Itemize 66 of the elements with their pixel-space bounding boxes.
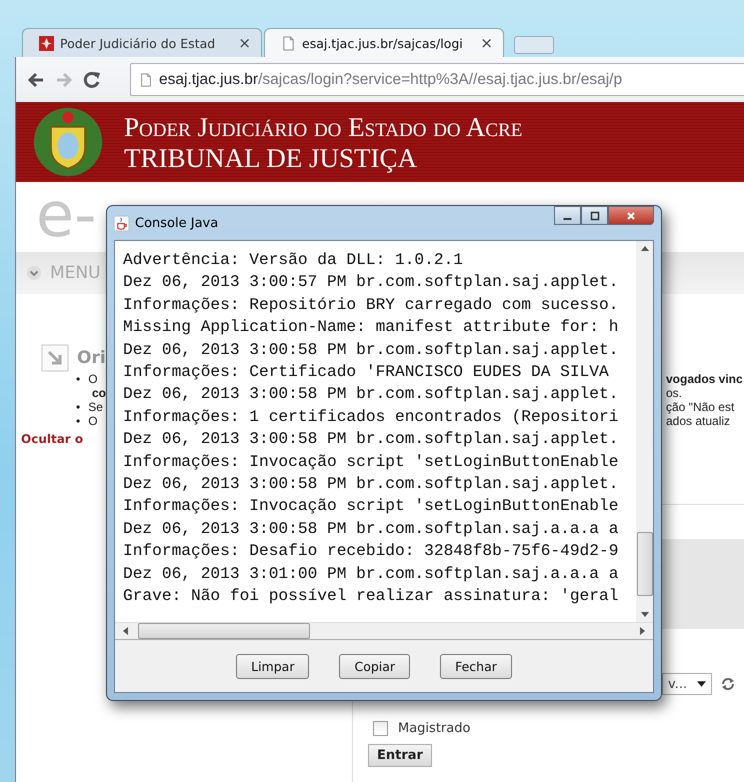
maximize-icon (590, 210, 600, 220)
log-line: Dez 06, 2013 3:00:58 PM br.com.softplan.saj.applet. (123, 429, 620, 450)
close-icon (626, 210, 636, 220)
page-icon (139, 72, 153, 88)
section-heading: Ori (77, 348, 106, 368)
bullet-text: • Se (75, 400, 103, 414)
log-line: Informações: 1 certificados encontrados (Repositori (123, 406, 620, 428)
scroll-thumb[interactable] (636, 532, 652, 596)
banner-title: Poder Judiciário do Estado do Acre (124, 111, 522, 143)
emblem-favicon-icon (39, 36, 54, 50)
bullet-text: ados atualiz (666, 414, 732, 428)
close-button[interactable] (608, 206, 654, 225)
vertical-scrollbar[interactable] (636, 241, 653, 622)
log-line: Informações: Invocação script 'setLoginButtonEnable (123, 452, 620, 473)
checkbox-label: Magistrado (398, 721, 470, 736)
log-line: Dez 06, 2013 3:00:58 PM br.com.softplan.saj.applet. (123, 384, 620, 406)
scroll-left-icon[interactable] (123, 627, 128, 635)
bullet-text: • O (75, 414, 98, 428)
minimize-button[interactable] (554, 206, 581, 225)
log-line: Dez 06, 2013 3:01:00 PM br.com.softplan.saj.a.a.a a (123, 564, 620, 585)
bullet-text: co (91, 386, 106, 400)
browser-tab[interactable]: Poder Judiciário do Estad × (22, 28, 262, 57)
log-line: Advertência: Versão da DLL: 1.0.2.1 (123, 250, 464, 271)
chevron-down-icon[interactable] (26, 265, 42, 281)
page-icon (281, 36, 296, 50)
window-title: Console Java (135, 216, 218, 230)
console-button[interactable]: Copiar (339, 654, 410, 678)
close-tab-button[interactable]: × (238, 34, 251, 52)
url-text: esaj.tjac.jus.br/sajcas/login?service=http%3A//esaj.tjac.jus.br/esaj/p (159, 70, 622, 88)
horizontal-scrollbar[interactable] (115, 622, 653, 639)
log-line: Informações: Desafio recebido: 32848f8b-75f6-49d2-9 (123, 541, 620, 562)
scroll-thumb[interactable] (138, 623, 310, 639)
log-line: Dez 06, 2013 3:00:58 PM br.com.softplan.saj.a.a.a a (123, 518, 620, 540)
scroll-right-icon[interactable] (640, 627, 645, 635)
browser-tab[interactable]: esaj.tjac.jus.br/sajcas/logi × (264, 28, 504, 57)
log-line: Dez 06, 2013 3:00:58 PM br.com.softplan.saj.applet. (123, 340, 620, 361)
log-line: Informações: Certificado 'FRANCISCO EUDES DA SILVA (123, 362, 610, 384)
reload-icon[interactable] (82, 70, 102, 90)
bullet-text: • O (75, 372, 98, 386)
bullet-text: vogados vinc (666, 372, 744, 386)
scroll-down-icon[interactable] (640, 612, 648, 617)
log-line: Dez 06, 2013 3:00:58 PM br.com.softplan.saj.applet. (123, 474, 620, 496)
tab-title: esaj.tjac.jus.br/sajcas/logi (302, 36, 464, 50)
console-button[interactable]: Fechar (440, 654, 512, 678)
bullet-text: ção "Não est (666, 400, 736, 414)
maximize-button[interactable] (581, 206, 608, 225)
minimize-icon (563, 218, 572, 220)
hide-link[interactable]: Ocultar o (21, 432, 84, 446)
bullet-text: os. (666, 386, 684, 400)
console-button[interactable]: Limpar (236, 654, 310, 678)
close-tab-button[interactable]: × (480, 34, 493, 52)
log-line: Informações: Invocação script 'setLoginButtonEnable (123, 496, 620, 518)
log-line: Grave: Não foi possível realizar assinatura: 'geral (123, 586, 620, 608)
log-line: Dez 06, 2013 3:00:57 PM br.com.softplan.saj.applet. (123, 272, 620, 294)
checkbox[interactable] (373, 721, 388, 736)
refresh-icon[interactable] (720, 676, 736, 692)
dropdown-field[interactable]: v... (662, 673, 712, 695)
log-line: Missing Application-Name: manifest attribute for: h (123, 317, 620, 338)
tab-title: Poder Judiciário do Estad (60, 36, 216, 50)
address-field[interactable]: esaj.tjac.jus.br/sajcas/login?service=http%3A//esaj.tjac.jus.br/esaj/p (130, 63, 744, 96)
coffee-cup-icon (114, 216, 129, 230)
arrow-box-icon (41, 344, 69, 372)
log-line: Informações: Repositório BRY carregado com sucesso. (123, 294, 620, 316)
caret-icon (697, 681, 706, 687)
submit-button[interactable]: Entrar (368, 744, 432, 767)
banner-subtitle: TRIBUNAL DE JUSTIÇA (124, 143, 418, 173)
